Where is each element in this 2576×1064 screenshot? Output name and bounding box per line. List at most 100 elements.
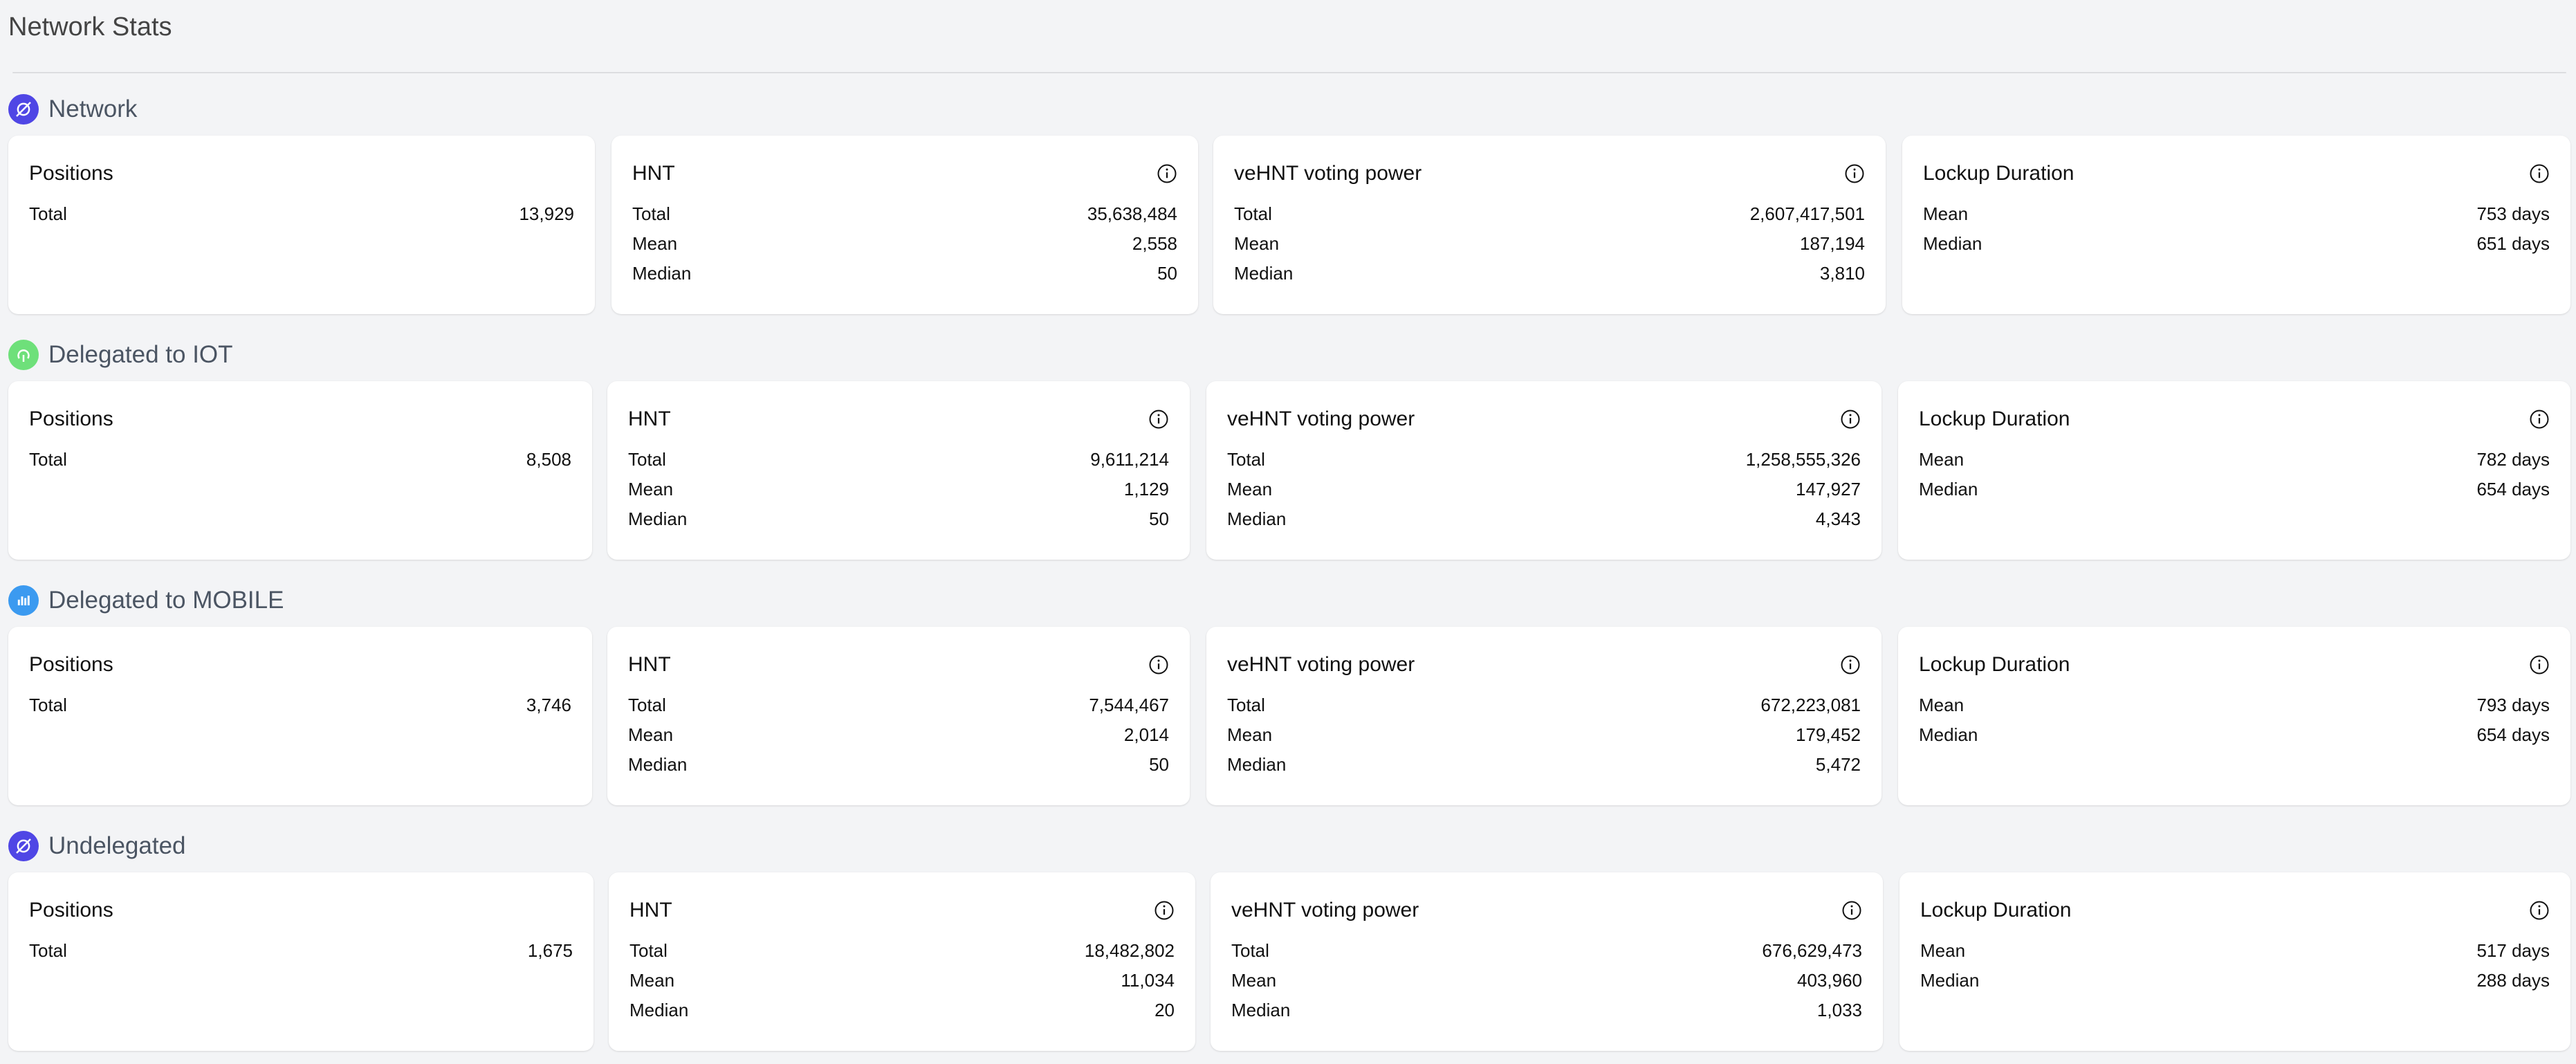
stat-value: 50: [1157, 263, 1177, 284]
stat-row-mean: Mean 179,452: [1227, 724, 1861, 754]
stat-value: 8,508: [526, 449, 571, 470]
stat-value: 179,452: [1796, 724, 1861, 745]
info-icon[interactable]: [2529, 654, 2550, 675]
stat-row-median: Median 1,033: [1231, 1000, 1862, 1029]
card-title: HNT: [629, 899, 672, 921]
vehnt-card: veHNT voting power Total 2,607,417,501 Me…: [1213, 136, 1886, 314]
stat-value: 1,129: [1123, 479, 1169, 499]
card-title: HNT: [632, 162, 675, 185]
stat-label: Total: [1227, 695, 1265, 715]
page-title: Network Stats: [8, 12, 172, 42]
stat-label: Median: [1234, 263, 1294, 284]
stat-label: Mean: [1919, 695, 1965, 715]
lockup-card: Lockup Duration Mean 753 days Median 651 d…: [1902, 136, 2570, 314]
stat-value: 2,558: [1132, 233, 1177, 254]
stat-row-total: Total 3,746: [29, 695, 571, 724]
section-header: Network: [8, 93, 137, 126]
stat-row-median: Median 20: [629, 1000, 1175, 1029]
undelegated-icon: [8, 831, 39, 861]
info-icon[interactable]: [1840, 654, 1861, 675]
section-title: Network: [48, 95, 138, 122]
card-title: Lockup Duration: [1919, 407, 2070, 430]
stat-row-mean: Mean 187,194: [1234, 233, 1865, 263]
stat-row-mean: Mean 753 days: [1923, 203, 2550, 233]
stat-label: Total: [29, 695, 67, 715]
stat-row-mean: Mean 403,960: [1231, 970, 1862, 1000]
stat-value: 5,472: [1815, 754, 1861, 775]
hnt-card: HNT Total 7,544,467 Mean 2,014 Median 50: [607, 627, 1190, 805]
lockup-card: Lockup Duration Mean 517 days Median 288 d…: [1899, 872, 2570, 1051]
stat-value: 1,033: [1816, 1000, 1862, 1020]
stat-label: Total: [1234, 203, 1272, 224]
stat-label: Mean: [629, 970, 675, 991]
hnt-card: HNT Total 9,611,214 Mean 1,129 Median 50: [607, 381, 1190, 560]
section-title: Delegated to MOBILE: [48, 587, 284, 614]
vehnt-card: veHNT voting power Total 672,223,081 Mean…: [1206, 627, 1882, 805]
stat-row-total: Total 9,611,214: [628, 449, 1169, 479]
stat-row-mean: Mean 147,927: [1227, 479, 1861, 508]
stat-value: 18,482,802: [1084, 940, 1175, 961]
iot-icon: [8, 340, 39, 370]
card-title: Lockup Duration: [1923, 162, 2074, 185]
stat-row-mean: Mean 2,558: [632, 233, 1177, 263]
stat-value: 20: [1154, 1000, 1175, 1020]
info-icon[interactable]: [1154, 900, 1175, 921]
stat-label: Median: [1919, 479, 1978, 499]
stat-label: Median: [1920, 970, 1980, 991]
stat-value: 676,629,473: [1762, 940, 1862, 961]
stat-row-median: Median 651 days: [1923, 233, 2550, 263]
card-title: Positions: [29, 407, 113, 430]
stat-row-total: Total 676,629,473: [1231, 940, 1862, 970]
stat-row-total: Total 1,258,555,326: [1227, 449, 1861, 479]
stat-label: Total: [29, 203, 67, 224]
card-title: Positions: [29, 899, 113, 921]
mobile-icon: [8, 585, 39, 616]
stat-value: 651 days: [2476, 233, 2550, 254]
stat-value: 2,014: [1123, 724, 1169, 745]
info-icon[interactable]: [1840, 409, 1861, 430]
stat-value: 654 days: [2476, 479, 2550, 499]
info-icon[interactable]: [1844, 163, 1865, 184]
stat-value: 288 days: [2476, 970, 2550, 991]
stat-row-median: Median 288 days: [1920, 970, 2550, 1000]
info-icon[interactable]: [1157, 163, 1177, 184]
stat-value: 3,746: [526, 695, 571, 715]
card-title: HNT: [628, 407, 671, 430]
stat-value: 1,675: [527, 940, 573, 961]
stat-label: Median: [632, 263, 692, 284]
stat-row-median: Median 5,472: [1227, 754, 1861, 784]
stat-label: Mean: [1231, 970, 1277, 991]
stat-label: Mean: [1920, 940, 1966, 961]
stat-value: 50: [1149, 754, 1169, 775]
stat-value: 654 days: [2476, 724, 2550, 745]
stat-row-median: Median 3,810: [1234, 263, 1865, 293]
stat-value: 403,960: [1797, 970, 1862, 991]
stat-label: Total: [29, 940, 67, 961]
stat-row-median: Median 50: [628, 508, 1169, 538]
stat-row-median: Median 50: [628, 754, 1169, 784]
stat-value: 753 days: [2476, 203, 2550, 224]
card-title: Lockup Duration: [1920, 899, 2072, 921]
info-icon[interactable]: [2529, 900, 2550, 921]
stat-value: 11,034: [1121, 970, 1175, 991]
stat-value: 13,929: [519, 203, 574, 224]
stat-value: 3,810: [1819, 263, 1865, 284]
stat-row-total: Total 8,508: [29, 449, 571, 479]
info-icon[interactable]: [1148, 654, 1169, 675]
stat-label: Total: [628, 449, 666, 470]
stat-label: Median: [629, 1000, 689, 1020]
positions-card: Positions Total 8,508: [8, 381, 592, 560]
section-title: Delegated to IOT: [48, 341, 233, 368]
info-icon[interactable]: [1148, 409, 1169, 430]
info-icon[interactable]: [2529, 409, 2550, 430]
stat-label: Mean: [1227, 724, 1273, 745]
stat-row-total: Total 2,607,417,501: [1234, 203, 1865, 233]
stat-value: 672,223,081: [1760, 695, 1861, 715]
stat-label: Total: [632, 203, 670, 224]
stat-row-mean: Mean 2,014: [628, 724, 1169, 754]
info-icon[interactable]: [1841, 900, 1862, 921]
stat-value: 517 days: [2476, 940, 2550, 961]
stat-row-total: Total 7,544,467: [628, 695, 1169, 724]
info-icon[interactable]: [2529, 163, 2550, 184]
stat-row-mean: Mean 782 days: [1919, 449, 2550, 479]
